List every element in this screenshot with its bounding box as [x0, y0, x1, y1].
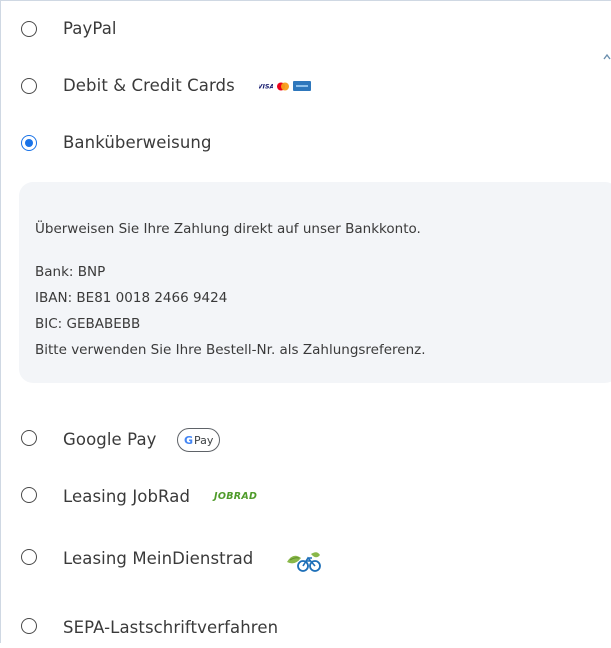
google-pay-badge-text: Pay [194, 433, 214, 447]
payment-option-sepa[interactable]: SEPA-Lastschriftverfahren [1, 608, 601, 648]
paypal-radio[interactable] [21, 21, 37, 37]
jobrad-label: Leasing JobRad [63, 487, 191, 506]
bank-bic: BIC: GEBABEBB [35, 316, 141, 332]
meindienstrad-radio[interactable] [21, 549, 37, 565]
jobrad-logo: JOBRAD [214, 491, 258, 502]
mastercard-icon [277, 82, 289, 90]
google-pay-label: Google Pay [63, 430, 157, 449]
meindienstrad-bike-icon [287, 552, 321, 572]
sepa-label: SEPA-Lastschriftverfahren [63, 618, 279, 637]
payment-option-paypal[interactable]: PayPal [1, 9, 601, 49]
cards-radio[interactable] [21, 78, 37, 94]
bank-description: Überweisen Sie Ihre Zahlung direkt auf u… [35, 221, 421, 237]
google-pay-radio[interactable] [21, 430, 37, 446]
paypal-label: PayPal [63, 19, 117, 38]
bank-iban: IBAN: BE81 0018 2466 9424 [35, 290, 228, 306]
card-logos: VISA [259, 81, 311, 91]
meindienstrad-label: Leasing MeinDienstrad [63, 549, 254, 568]
bank-reference-note: Bitte verwenden Sie Ihre Bestell-Nr. als… [35, 342, 426, 358]
cards-label: Debit & Credit Cards [63, 76, 235, 95]
bank-name: Bank: BNP [35, 264, 106, 280]
payment-methods-list: PayPal Debit & Credit Cards VISA Bankübe… [0, 0, 611, 643]
bank-transfer-radio[interactable] [21, 135, 37, 151]
google-pay-badge: G Pay [177, 428, 221, 452]
google-g-icon: G [184, 433, 194, 447]
payment-option-jobrad[interactable]: Leasing JobRad [1, 477, 601, 517]
svg-text:VISA: VISA [259, 83, 273, 91]
payment-option-bank-transfer[interactable]: Banküberweisung [1, 123, 601, 163]
payment-option-google-pay[interactable]: Google Pay [1, 420, 601, 460]
amex-icon [293, 81, 311, 91]
jobrad-radio[interactable] [21, 487, 37, 503]
sepa-radio[interactable] [21, 618, 37, 634]
bank-transfer-details: Überweisen Sie Ihre Zahlung direkt auf u… [19, 182, 611, 383]
visa-icon: VISA [259, 82, 273, 90]
chevron-up-icon [603, 53, 611, 60]
bank-transfer-label: Banküberweisung [63, 133, 212, 152]
